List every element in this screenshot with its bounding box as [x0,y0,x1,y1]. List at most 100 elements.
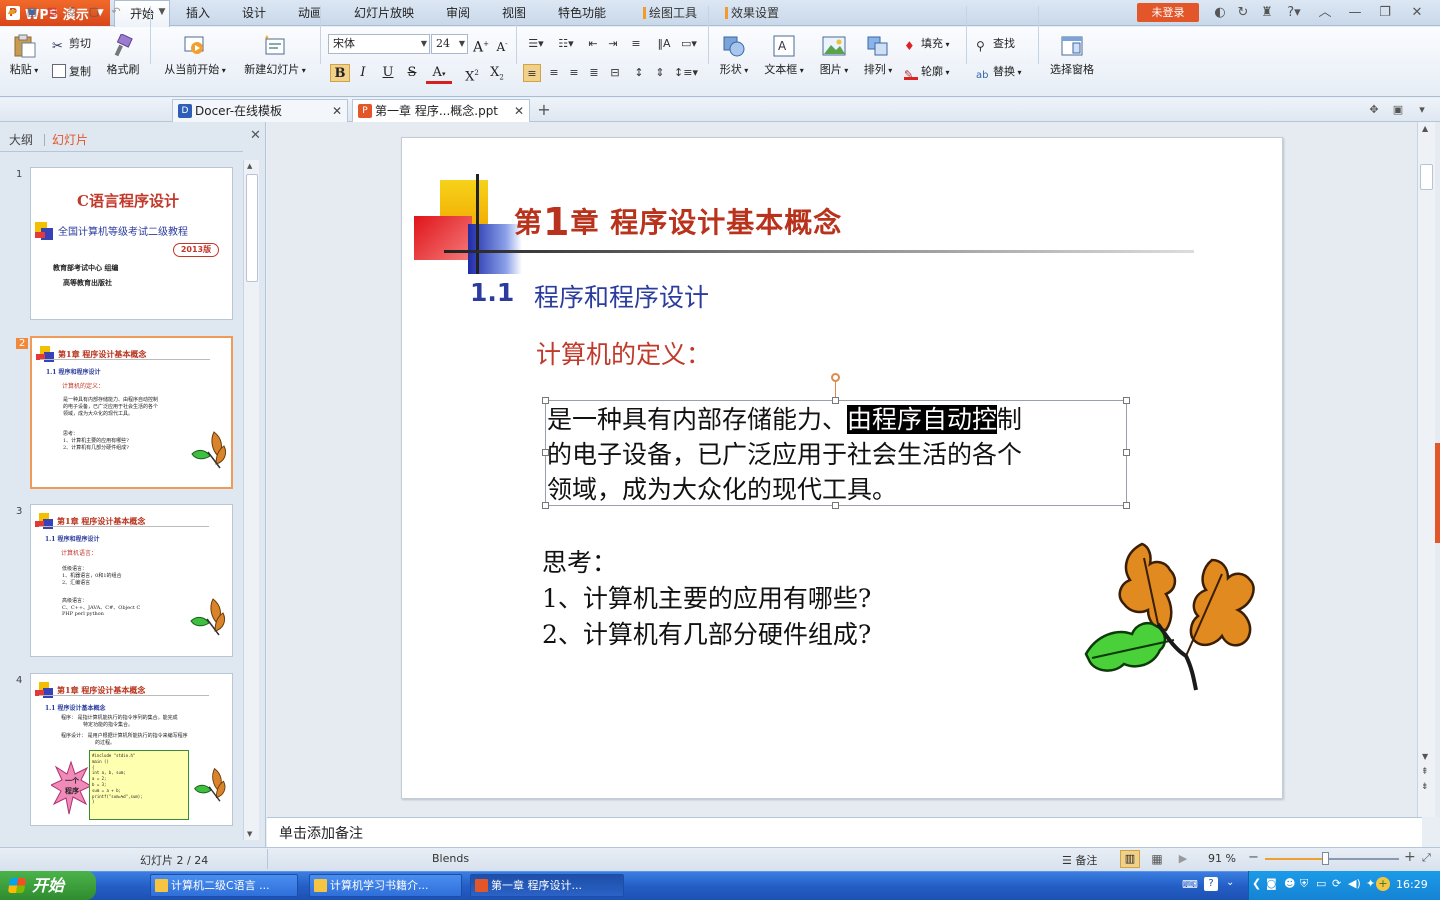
shirt-icon[interactable]: ♜ [1258,4,1276,22]
next-slide-icon[interactable]: ⇟ [1421,782,1429,792]
question-2[interactable]: 2、计算机有几部分硬件组成? [542,615,871,651]
close-icon[interactable]: ✕ [332,100,342,122]
cut-button[interactable]: ✂ 剪切 [52,35,91,54]
align-text-icon[interactable]: ▭▾ [676,35,702,53]
menu-effects[interactable]: 效果设置 [720,0,784,26]
close-icon[interactable]: ✕ [514,100,524,122]
menu-insert[interactable]: 插入 [174,0,222,26]
menu-drawing-tools[interactable]: 绘图工具 [634,0,706,26]
bold-icon[interactable]: B [330,64,350,82]
open-folder-icon[interactable]: ▰ [4,4,20,20]
increase-indent-icon[interactable]: ⇥ [604,35,622,53]
tray-back-icon[interactable]: ❮ [1252,877,1261,890]
volume-icon[interactable]: ◀) [1348,877,1361,890]
collapse-ribbon-icon[interactable]: ︿ [1316,4,1334,22]
taskbar-item-folder-1[interactable]: 计算机二级C语言 ... [150,874,298,897]
print-icon[interactable]: ⎙ [64,4,80,20]
section-number[interactable]: 1.1 [470,278,514,307]
skin-icon[interactable]: ◐ [1211,4,1229,22]
refresh-icon[interactable]: ↻ [1234,4,1252,22]
arrange-button[interactable]: 排列 ▾ [858,34,898,77]
fit-window-icon[interactable]: ⤢ [1422,851,1431,865]
definition-line-2[interactable]: 的电子设备，已广泛应用于社会生活的各个 [547,437,1022,472]
definition-heading[interactable]: 计算机的定义： [536,335,711,371]
new-tab-icon[interactable]: + [536,102,552,118]
pin-icon[interactable]: ✥ [1366,102,1382,118]
scroll-up-icon[interactable]: ▲ [247,162,252,170]
shrink-font-icon[interactable]: A- [493,35,511,54]
network-icon[interactable]: ◙ [1266,877,1277,890]
definition-line-3[interactable]: 领域，成为大众化的现代工具。 [547,472,897,507]
zoom-slider-thumb[interactable] [1322,852,1329,865]
think-heading[interactable]: 思考： [542,543,617,579]
reading-view-icon[interactable]: ▶ [1174,850,1192,868]
scroll-up-icon[interactable]: ▲ [1422,124,1428,133]
editor-scrollbar[interactable]: ▲ ▼ ⇞ ⇟ [1417,122,1435,817]
keyboard-icon[interactable]: ⌨ [1182,878,1198,891]
slide-thumbnail-3[interactable]: 第1章 程序设计基本概念 1.1 程序和程序设计 计算机语言： 低级语言： 1、… [30,504,233,657]
shadow-icon[interactable]: S [403,64,421,82]
align-center-icon[interactable]: ≡ [545,64,563,82]
minimize-icon[interactable]: — [1346,4,1364,22]
help-icon[interactable]: ?▾ [1282,4,1306,22]
monitor-icon[interactable]: ▭ [1316,877,1326,890]
leaf-clipart[interactable] [1082,538,1264,696]
picture-button[interactable]: 图片 ▾ [814,34,854,77]
numbering-icon[interactable]: ☷▾ [553,35,579,53]
new-slide-button[interactable]: 新建幻灯片 ▾ [238,34,312,77]
slide-thumbnail-2[interactable]: 第1章 程序设计基本概念 1.1 程序和程序设计 计算机的定义： 是一种具有内部… [30,336,233,489]
notes-toggle[interactable]: ☰ 备注 [1062,852,1097,868]
find-button[interactable]: ⚲ 查找 [976,35,1015,53]
align-left-icon[interactable]: ≡ [523,64,541,82]
from-current-button[interactable]: 从当前开始 ▾ [158,34,232,77]
chevron-down-icon[interactable]: ▼ [154,4,170,20]
columns-icon[interactable]: ‖A [652,35,676,53]
font-color-icon[interactable]: A▾ [426,64,452,84]
resize-handle[interactable] [1123,502,1130,509]
scroll-down-icon[interactable]: ▼ [1422,752,1428,761]
start-button[interactable]: 开始 [0,871,96,900]
bullets-icon[interactable]: ☰▾ [523,35,549,53]
scroll-thumb[interactable] [1420,164,1433,190]
tab-docer[interactable]: D Docer-在线模板 ✕ [172,99,348,122]
tab-slides[interactable]: 幻灯片 [52,129,88,151]
font-name-select[interactable]: 宋体 ▼ [328,34,430,54]
side-panel-toggle[interactable] [1435,443,1440,543]
copy-button[interactable]: 复制 [52,63,91,81]
clock[interactable]: 16:29 [1396,878,1428,891]
window-mode-icon[interactable]: ▣ [1390,102,1406,118]
print-preview-icon[interactable]: ▢ [86,4,102,20]
text-direction-icon[interactable]: ≡ [627,35,645,53]
menu-review[interactable]: 审阅 [436,0,480,26]
grow-font-icon[interactable]: A+ [472,35,490,56]
tray-expand-icon[interactable]: ⌄ [1226,877,1234,888]
select-pane-button[interactable]: 选择窗格 [1046,34,1098,77]
underline-icon[interactable]: U [379,64,397,82]
format-painter-button[interactable]: 格式刷 [103,34,143,77]
zoom-level[interactable]: 91 % [1208,852,1236,865]
zoom-in-icon[interactable]: + [1404,849,1416,865]
menu-slideshow[interactable]: 幻灯片放映 [348,0,420,26]
options-icon[interactable]: ▾ [1414,102,1430,118]
zoom-out-icon[interactable]: − [1248,850,1259,865]
tab-outline[interactable]: 大纲 [9,129,33,151]
qq-icon[interactable]: ☻ [1284,877,1295,890]
slide-thumbnail-4[interactable]: 第1章 程序设计基本概念 1.1 程序设计基本概念 程序： 是指计算机能执行的指… [30,673,233,826]
decrease-indent-icon[interactable]: ⇤ [584,35,602,53]
update-icon[interactable]: ⟳ [1332,877,1341,890]
help-tray-icon[interactable]: ? [1204,877,1218,891]
outline-button[interactable]: ✎ 轮廓 ▾ [904,63,950,81]
line-spacing-icon[interactable]: ↕ [630,64,648,82]
sorter-view-icon[interactable]: ▦ [1148,850,1166,868]
menu-features[interactable]: 特色功能 [550,0,614,26]
slide-canvas[interactable]: 第1章 程序设计基本概念 1.1 程序和程序设计 计算机的定义： 是一种具有内部… [401,137,1283,799]
taskbar-item-wps[interactable]: 第一章 程序设计... [470,874,624,897]
scroll-down-icon[interactable]: ▼ [247,830,252,838]
superscript-icon[interactable]: X2 [463,64,481,84]
shield-icon[interactable]: ⛨ [1300,877,1308,891]
spacing-options-icon[interactable]: ↕≡▾ [672,64,700,82]
align-right-icon[interactable]: ≡ [565,64,583,82]
slide-title[interactable]: 第1章 程序设计基本概念 [514,200,842,244]
subscript-icon[interactable]: X2 [488,64,506,82]
section-title[interactable]: 程序和程序设计 [534,278,709,314]
